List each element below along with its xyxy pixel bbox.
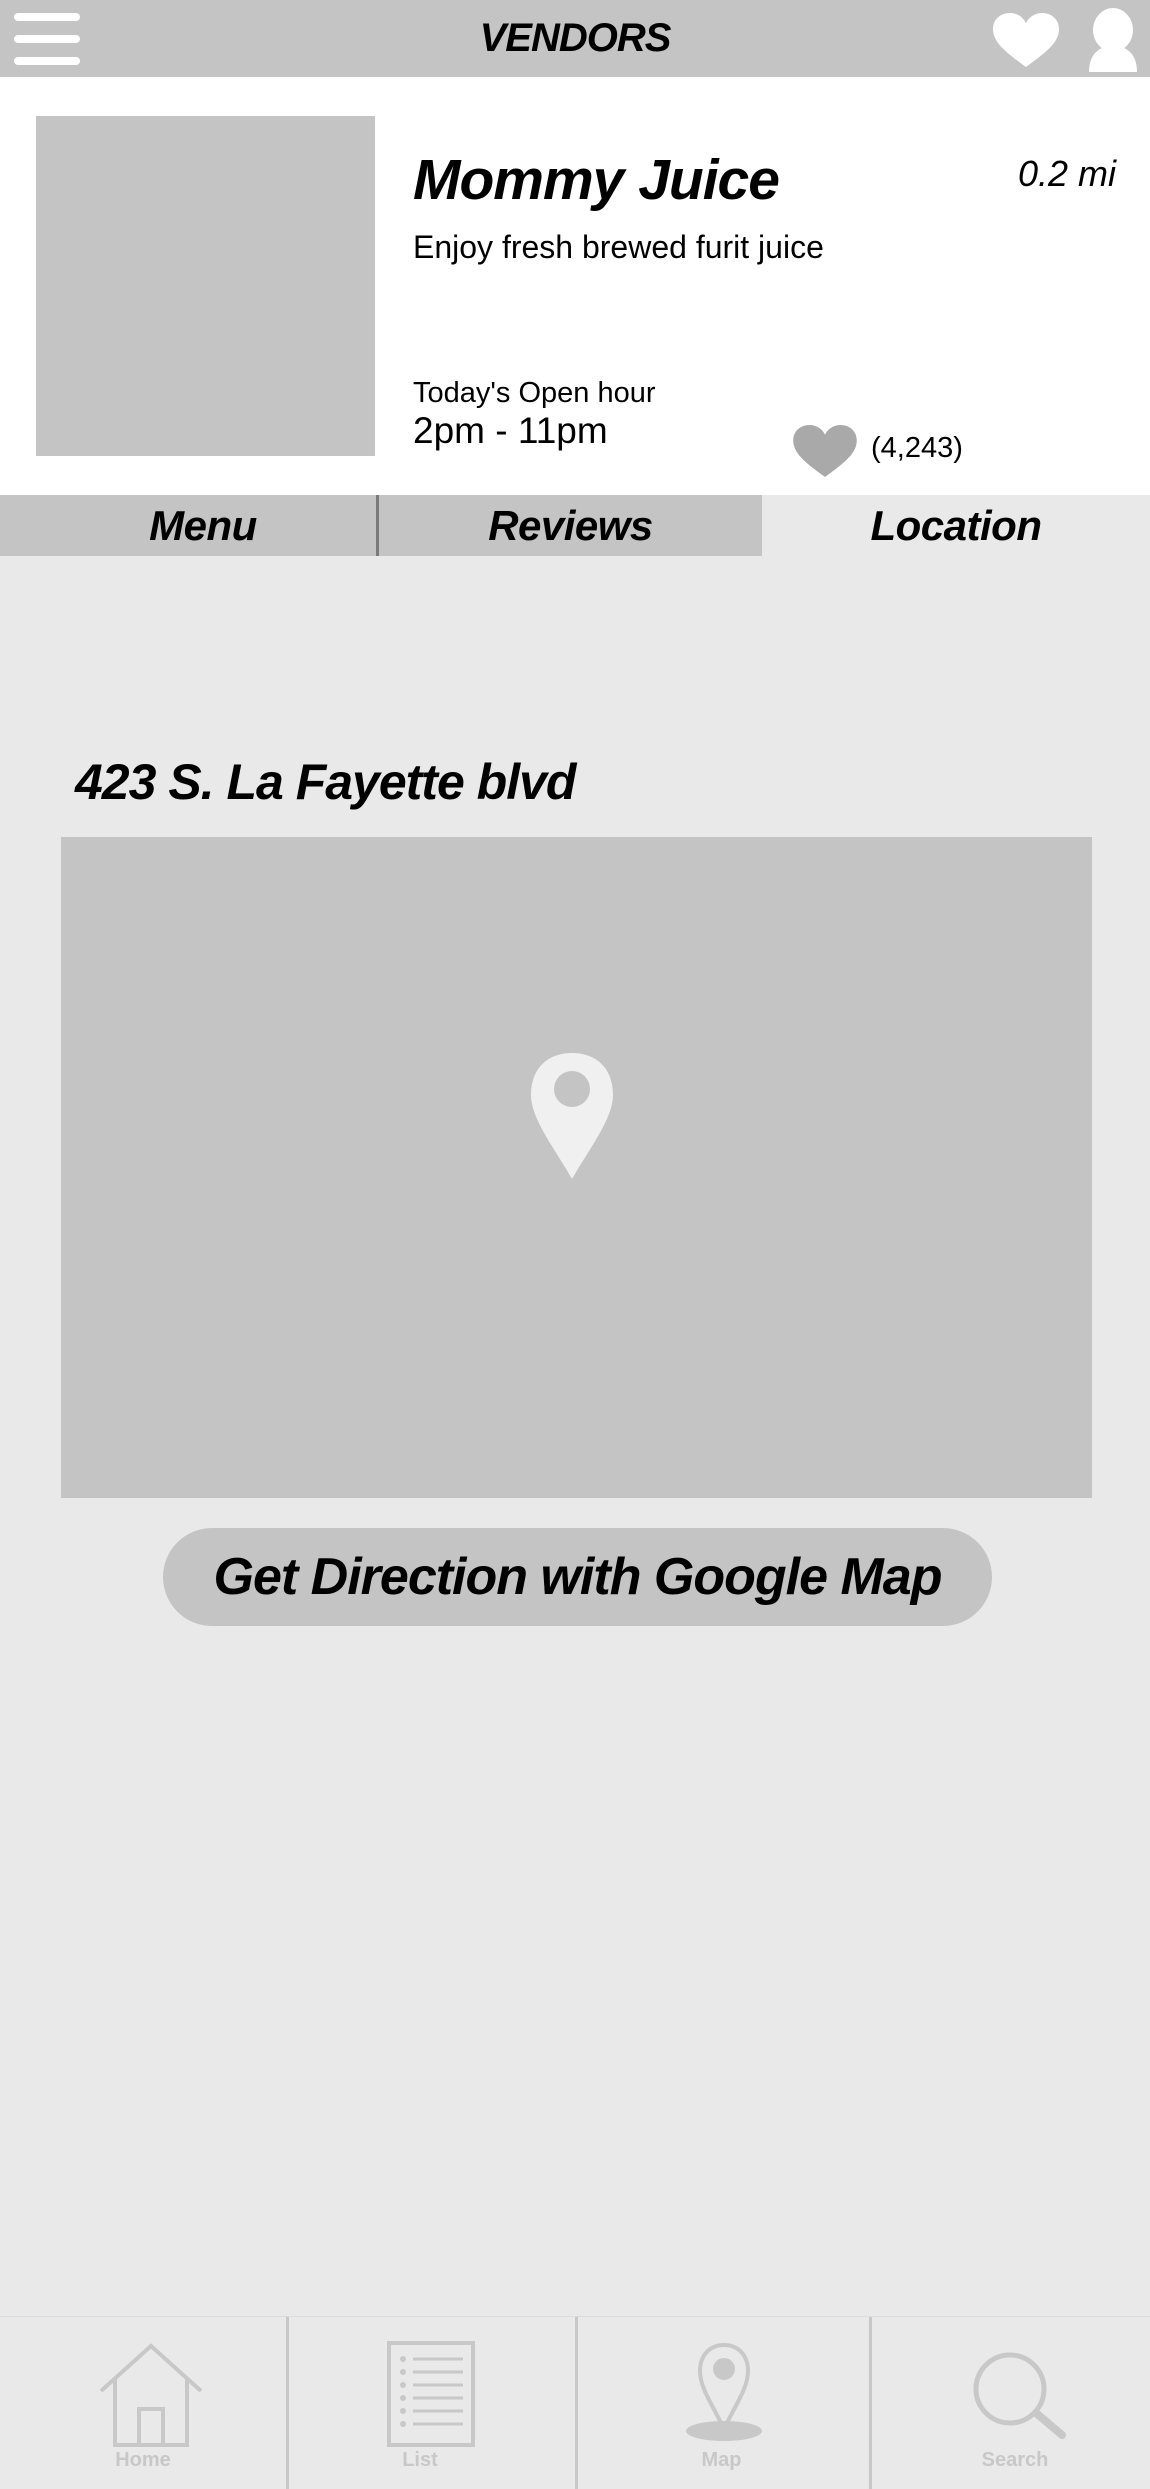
tab-bar: Menu Reviews Location — [0, 495, 1150, 556]
home-icon — [99, 2343, 203, 2447]
map-view[interactable] — [61, 837, 1092, 1498]
hours-label: Today's Open hour — [413, 377, 656, 409]
search-icon — [973, 2352, 1066, 2439]
hours-value: 2pm - 11pm — [413, 410, 608, 451]
vendor-distance: 0.2 mi — [1017, 153, 1116, 194]
vendor-image-placeholder — [36, 116, 375, 456]
profile-icon[interactable] — [1085, 8, 1141, 72]
page-title: VENDORS — [479, 16, 672, 60]
heart-icon[interactable] — [993, 13, 1059, 67]
top-bar: VENDORS — [0, 0, 1150, 77]
nav-item-home[interactable]: Home — [0, 2317, 286, 2489]
vendor-name: Mommy Juice — [413, 148, 780, 212]
nav-label-search: Search — [981, 2449, 1049, 2471]
map-pin-icon — [531, 1053, 613, 1179]
nav-label-list: List — [402, 2449, 438, 2471]
nav-label-map: Map — [701, 2449, 742, 2471]
tab-location[interactable]: Location — [762, 495, 1150, 556]
tab-reviews[interactable]: Reviews — [379, 495, 762, 556]
get-direction-button[interactable]: Get Direction with Google Map — [163, 1528, 992, 1626]
vendor-description: Enjoy fresh brewed furit juice — [413, 229, 824, 265]
nav-item-list[interactable]: List — [289, 2317, 575, 2489]
vendor-header: Mommy Juice 0.2 mi Enjoy fresh brewed fu… — [0, 77, 1150, 495]
like-heart-icon[interactable] — [793, 425, 857, 477]
list-icon — [387, 2341, 475, 2447]
nav-item-map[interactable]: Map — [578, 2317, 869, 2489]
nav-item-search[interactable]: Search — [872, 2317, 1150, 2489]
vendor-address: 423 S. La Fayette blvd — [75, 754, 576, 810]
like-count: (4,243) — [871, 432, 963, 464]
bottom-nav: Home List Map Search — [0, 2316, 1150, 2489]
tab-menu[interactable]: Menu — [0, 495, 376, 556]
map-pin-icon — [686, 2343, 762, 2441]
nav-label-home: Home — [115, 2449, 171, 2471]
